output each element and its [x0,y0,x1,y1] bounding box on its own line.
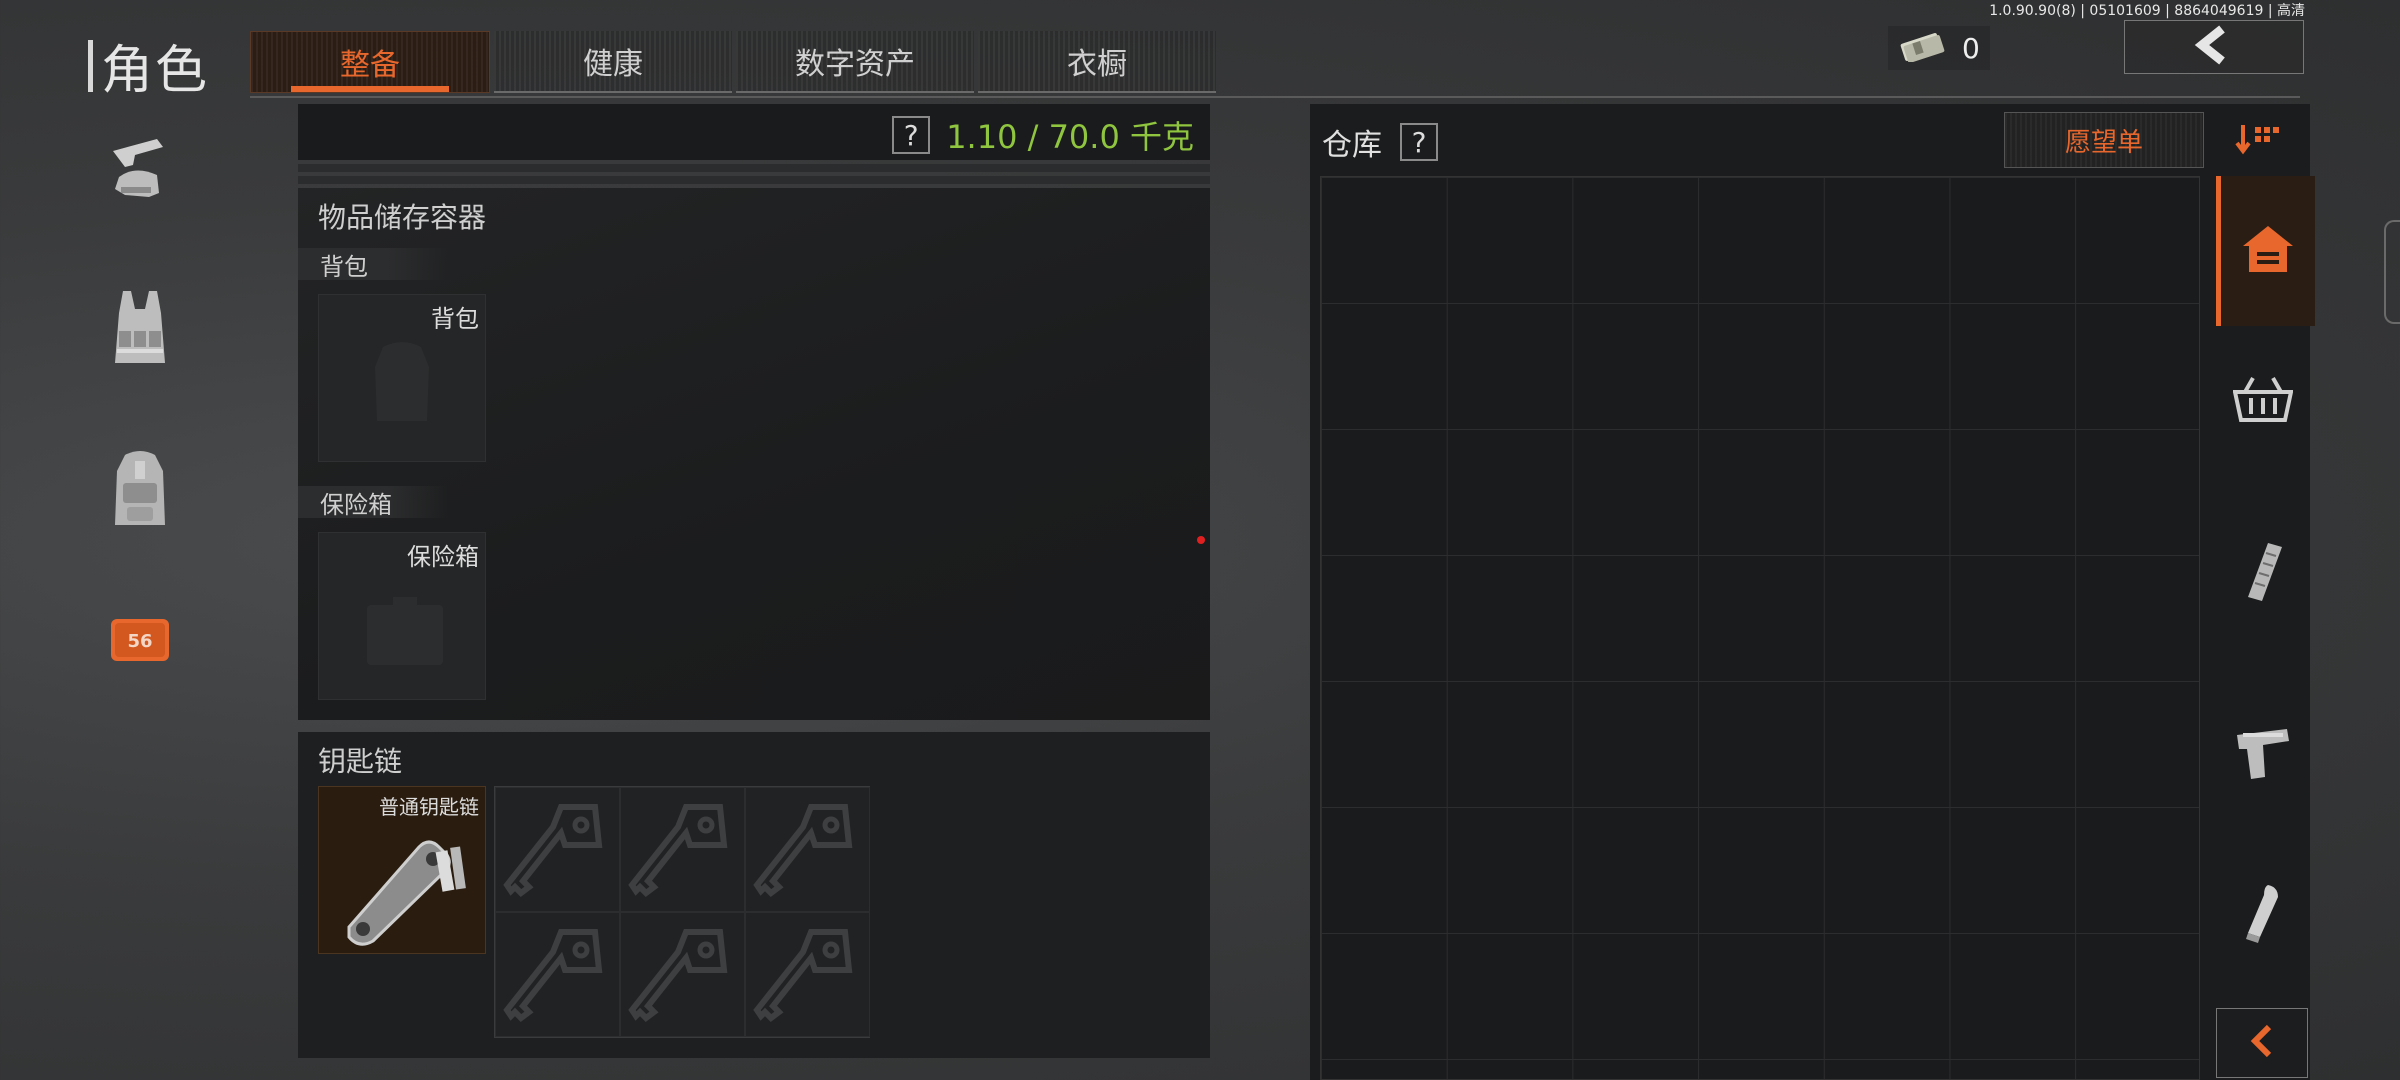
sort-button[interactable] [2230,118,2290,162]
title-bar-decoration [88,39,93,92]
warehouse-help-button[interactable]: ? [1400,123,1438,161]
key-placeholder-icon [627,793,738,907]
side-nav-safe-case[interactable]: 56 [100,596,180,686]
currency-amount: 0 [1962,31,1980,65]
side-nav-weapons[interactable] [100,128,180,218]
weight-text: 1.10 / 70.0 千克 [946,118,1194,156]
edge-drawer-handle[interactable] [2384,220,2400,324]
backpack-icon [105,447,175,535]
wishlist-button[interactable]: 愿望单 [2004,112,2204,168]
backpack-placeholder-icon [367,337,437,431]
keychain-panel: 钥匙链 普通钥匙链 [298,732,1210,1058]
chevron-left-icon [2247,1023,2277,1063]
keychain-icon [329,817,479,951]
key-placeholder-icon [502,793,613,907]
divider-strip [298,176,1210,184]
key-slot[interactable] [495,787,620,912]
key-slot[interactable] [745,912,870,1037]
tab-wardrobe[interactable]: 衣橱 [978,31,1216,93]
tab-wardrobe-label: 衣橱 [1067,47,1127,82]
rail-pistol[interactable] [2216,680,2310,830]
warehouse-grid[interactable] [1320,176,2200,1080]
keychain-item-label: 普通钥匙链 [379,795,479,819]
weight-bar: ? 1.10 / 70.0 千克 [298,104,1210,160]
key-slot[interactable] [620,787,745,912]
page-title-text: 角色 [101,41,210,101]
key-slot-grid [494,786,870,1038]
safe-placeholder-icon [365,595,445,673]
tab-digital-assets-label: 数字资产 [795,47,915,82]
bullet-icon [2238,881,2288,949]
backpack-slot[interactable]: 背包 [318,294,486,462]
rail-magazine[interactable] [2216,500,2310,650]
top-tabs: 整备 健康 数字资产 衣橱 [250,31,1216,95]
gun-helmet-icon [105,131,175,215]
basket-icon [2232,374,2294,428]
safe-header-label: 保险箱 [320,490,392,519]
key-placeholder-icon [752,793,863,907]
warehouse-panel: 仓库 ? 愿望单 [1310,104,2315,1080]
warehouse-title: 仓库 [1322,128,1382,163]
back-button[interactable] [2124,20,2304,74]
key-slot[interactable] [620,912,745,1037]
tab-health[interactable]: 健康 [494,31,732,93]
tab-digital-assets[interactable]: 数字资产 [736,31,974,93]
vest-icon [105,287,175,375]
chevron-left-icon [2192,25,2236,69]
wishlist-button-label: 愿望单 [2064,127,2143,158]
safe-slot-label: 保险箱 [407,543,479,571]
storage-panel: 物品储存容器 背包 背包 保险箱 保险箱 [298,188,1210,720]
svg-text:56: 56 [127,631,152,652]
tab-equip[interactable]: 整备 [250,31,490,93]
notification-dot [1197,536,1205,544]
collapse-panel-button[interactable] [2216,1008,2308,1078]
safe-case-icon: 56 [107,611,173,671]
rail-home[interactable] [2216,176,2315,326]
key-placeholder-icon [752,918,863,1032]
key-slot[interactable] [745,787,870,912]
weight-display: ? 1.10 / 70.0 千克 [892,112,1194,158]
key-placeholder-icon [627,918,738,1032]
side-nav-backpack[interactable] [100,446,180,536]
magazine-icon [2238,541,2288,609]
backpack-slot-label: 背包 [431,305,479,333]
key-placeholder-icon [502,918,613,1032]
rail-ammo[interactable] [2216,840,2310,990]
divider-strip [298,164,1210,172]
warehouse-header: 仓库 ? [1322,120,1438,164]
home-icon [2241,224,2295,278]
page-title: 角色 [88,28,209,103]
keychain-title: 钥匙链 [318,745,403,778]
weight-help-button[interactable]: ? [892,116,931,154]
safe-header: 保险箱 [298,486,448,519]
safe-slot[interactable]: 保险箱 [318,532,486,700]
sort-icon [2235,121,2285,159]
storage-title: 物品储存容器 [318,201,487,234]
cash-stack-icon [1898,28,1948,69]
backpack-header: 背包 [298,248,448,281]
backpack-header-label: 背包 [320,252,368,281]
pistol-icon [2233,723,2293,787]
rail-basket[interactable] [2216,326,2310,476]
build-info: 1.0.90.90(8) | 05101609 | 8864049619 | 高… [1989,3,2305,19]
keychain-slot[interactable]: 普通钥匙链 [318,786,486,954]
tab-health-label: 健康 [583,47,643,82]
key-slot[interactable] [495,912,620,1037]
tab-equip-label: 整备 [340,48,400,83]
side-nav-vest[interactable] [100,286,180,376]
currency-display: 0 [1888,26,1990,70]
header-divider [250,96,2300,98]
